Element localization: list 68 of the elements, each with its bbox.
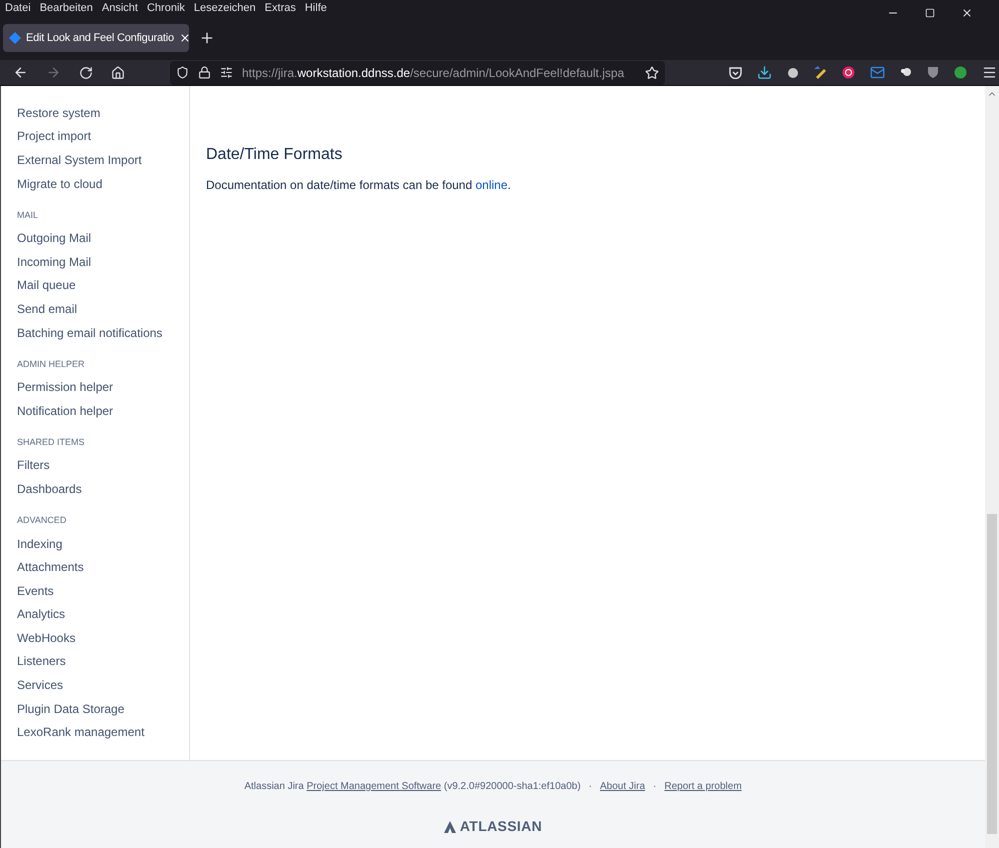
- atlassian-logo: ATLASSIAN: [444, 816, 542, 837]
- new-tab-icon[interactable]: [199, 30, 215, 46]
- separator-dot: ·: [653, 780, 656, 794]
- documentation-text: Documentation on date/time formats can be found online.: [206, 177, 512, 194]
- menu-item[interactable]: Lesezeichen: [194, 0, 256, 16]
- section-heading: ADVANCED: [17, 514, 68, 527]
- footer-link[interactable]: Report a problem: [664, 779, 742, 794]
- forward-icon[interactable]: [46, 65, 61, 80]
- sidebar-link[interactable]: Project import: [17, 124, 189, 148]
- lock-icon: [198, 66, 211, 79]
- url-text: https://jira.workstation.ddnss.de/secure/admin/LookAndFeel!default.jspa: [242, 64, 626, 82]
- close-icon[interactable]: [961, 7, 973, 19]
- shield-icon: [176, 66, 189, 79]
- ring-icon[interactable]: [842, 66, 855, 79]
- menu-icon[interactable]: [982, 65, 997, 80]
- section-heading: SHARED ITEMS: [17, 436, 86, 449]
- sidebar-link[interactable]: Dashboards: [17, 477, 189, 501]
- sidebar-link[interactable]: Analytics: [17, 602, 189, 626]
- separator-dot: ·: [588, 780, 592, 794]
- home-icon[interactable]: [111, 66, 125, 80]
- sidebar-link[interactable]: Permission helper: [17, 375, 189, 399]
- menu-item[interactable]: Hilfe: [304, 0, 327, 16]
- sidebar-link[interactable]: Indexing: [17, 532, 189, 556]
- footer-link[interactable]: About Jira: [600, 779, 646, 794]
- sidebar-link[interactable]: Events: [17, 578, 189, 602]
- tab-title: Edit Look and Feel Configuratio: [26, 30, 174, 46]
- section-heading: ADMIN HELPER: [17, 358, 86, 371]
- sidebar-link[interactable]: Listeners: [17, 650, 189, 674]
- browser-tab[interactable]: Edit Look and Feel Configuratio: [3, 24, 189, 52]
- menu-item[interactable]: Chronik: [146, 0, 185, 16]
- sidebar-link[interactable]: Send email: [17, 297, 189, 321]
- sidebar-link[interactable]: WebHooks: [17, 626, 189, 650]
- sidebar-link[interactable]: External System Import: [17, 148, 189, 172]
- sidebar-link[interactable]: Attachments: [17, 555, 189, 579]
- menu-item[interactable]: Extras: [264, 0, 296, 16]
- back-icon[interactable]: [13, 65, 28, 80]
- sidebar-link[interactable]: Plugin Data Storage: [17, 696, 189, 720]
- permissions-icon: [220, 66, 233, 79]
- address-bar[interactable]: https://jira.workstation.ddnss.de/secure/admin/LookAndFeel!default.jspa: [170, 60, 665, 84]
- sidebar-link[interactable]: Notification helper: [17, 398, 189, 423]
- section-heading: MAIL: [17, 208, 40, 222]
- online-link[interactable]: online: [476, 178, 508, 192]
- bookmark-star-icon[interactable]: [645, 66, 659, 80]
- maximize-icon[interactable]: [925, 8, 935, 18]
- close-icon[interactable]: [178, 32, 191, 44]
- sidebar-link[interactable]: Outgoing Mail: [17, 226, 189, 250]
- section-title: Date/Time Formats: [206, 145, 344, 165]
- download-icon[interactable]: [757, 65, 772, 80]
- sidebar-link[interactable]: Batching email notifications: [17, 320, 189, 344]
- mail-icon[interactable]: [870, 65, 885, 80]
- circle-icon[interactable]: [954, 66, 967, 79]
- diamond-icon: [9, 32, 21, 44]
- footer-link[interactable]: Project Management Software: [306, 781, 442, 792]
- sidebar-link[interactable]: Services: [17, 673, 189, 697]
- sidebar-link[interactable]: LexoRank management: [17, 720, 189, 744]
- shield-icon[interactable]: [927, 66, 939, 79]
- sidebar-link[interactable]: Incoming Mail: [17, 250, 189, 274]
- menu-item[interactable]: Datei: [5, 0, 31, 16]
- sidebar-link[interactable]: Mail queue: [17, 274, 189, 298]
- sidebar-link[interactable]: Migrate to cloud: [17, 172, 189, 196]
- menu-item[interactable]: Ansicht: [102, 0, 138, 16]
- reload-icon[interactable]: [79, 66, 93, 80]
- pocket-icon[interactable]: [729, 66, 742, 78]
- footer-text: Atlassian Jira Project Management Software (v9.2.0#920000-sha1:ef10a0b): [244, 780, 581, 794]
- menu-item[interactable]: Bearbeiten: [40, 0, 93, 16]
- sidebar-link[interactable]: Restore system: [17, 101, 189, 125]
- scroll-thumb[interactable]: [987, 514, 997, 834]
- sidebar-link[interactable]: Filters: [17, 454, 189, 478]
